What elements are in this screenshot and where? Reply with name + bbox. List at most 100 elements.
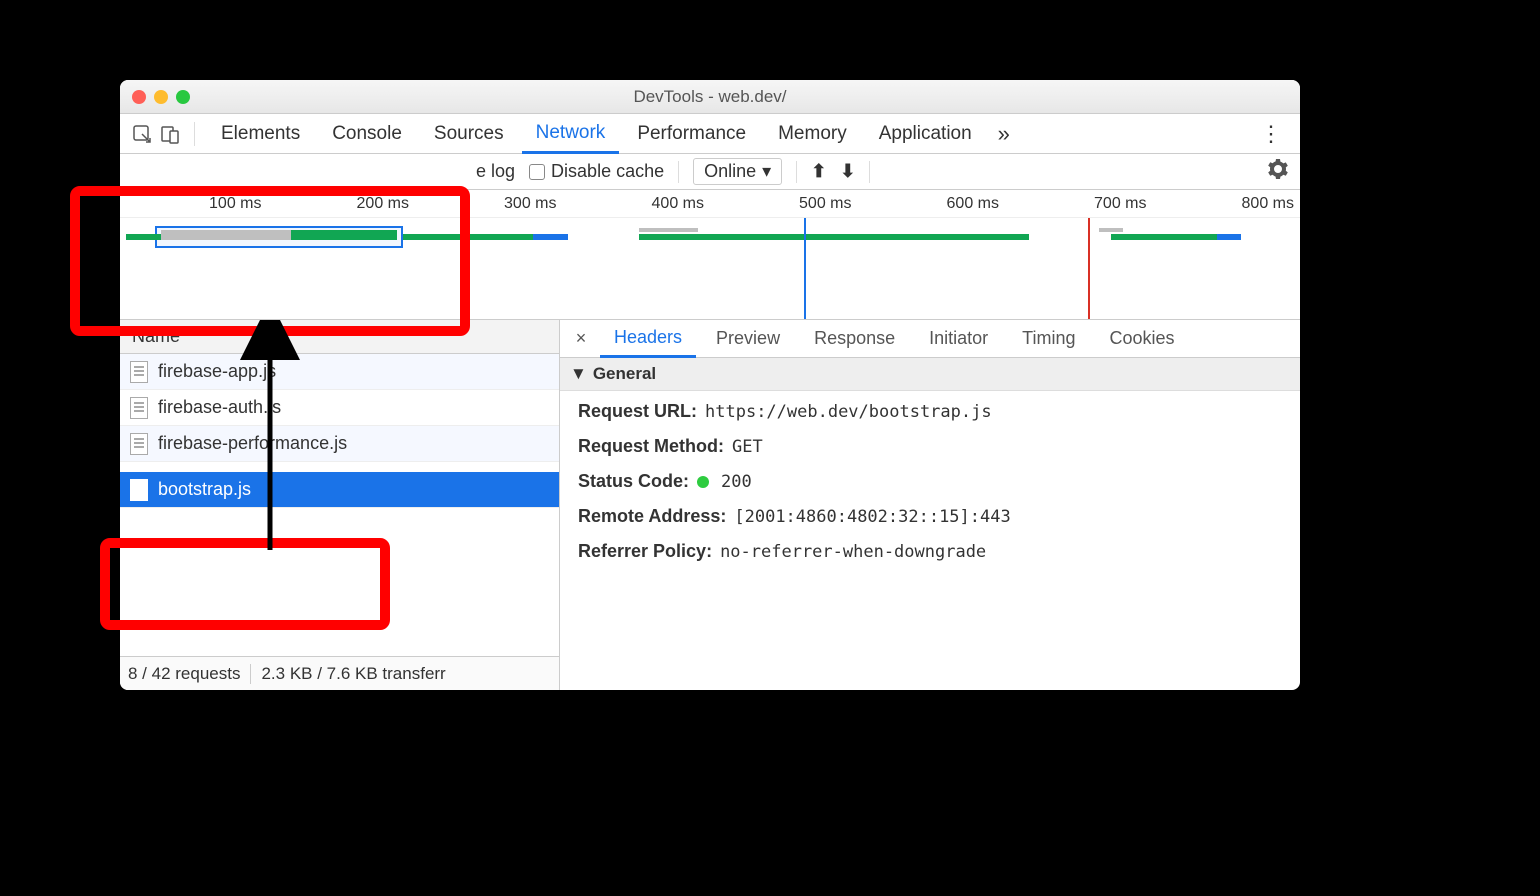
- devtools-window: DevTools - web.dev/ Elements Console Sou…: [120, 80, 1300, 690]
- detail-tab-cookies[interactable]: Cookies: [1096, 320, 1189, 357]
- label: Request URL:: [578, 401, 697, 422]
- request-list[interactable]: firebase-app.js firebase-auth.js firebas…: [120, 354, 559, 656]
- window-title: DevTools - web.dev/: [120, 87, 1300, 107]
- detail-tab-timing[interactable]: Timing: [1008, 320, 1089, 357]
- separator: [194, 122, 195, 146]
- file-icon: [130, 479, 148, 501]
- column-header-name[interactable]: Name: [120, 320, 559, 354]
- timeline-bar: [161, 230, 291, 240]
- request-row[interactable]: firebase-auth.js: [120, 390, 559, 426]
- label: Referrer Policy:: [578, 541, 712, 562]
- kv-status-code: Status Code: 200: [578, 471, 1282, 492]
- tab-console[interactable]: Console: [318, 114, 416, 153]
- detail-tabs: × Headers Preview Response Initiator Tim…: [560, 320, 1300, 358]
- tick-label: 100 ms: [209, 195, 261, 213]
- general-heading-label: General: [593, 364, 656, 384]
- tick-label: 700 ms: [1094, 195, 1146, 213]
- request-name: firebase-app.js: [158, 361, 276, 382]
- tick-label: 300 ms: [504, 195, 556, 213]
- chevron-down-icon: ▾: [762, 161, 771, 182]
- preserve-log-label: e log: [476, 161, 515, 182]
- status-dot-icon: [697, 476, 709, 488]
- titlebar: DevTools - web.dev/: [120, 80, 1300, 114]
- tab-elements[interactable]: Elements: [207, 114, 314, 153]
- detail-tab-preview[interactable]: Preview: [702, 320, 794, 357]
- detail-tab-initiator[interactable]: Initiator: [915, 320, 1002, 357]
- value: [2001:4860:4802:32::15]:443: [734, 507, 1010, 527]
- file-icon: [130, 361, 148, 383]
- tab-performance[interactable]: Performance: [623, 114, 760, 153]
- load-marker: [1088, 218, 1090, 320]
- request-detail-pane: × Headers Preview Response Initiator Tim…: [560, 320, 1300, 690]
- device-toggle-icon[interactable]: [158, 122, 182, 146]
- file-icon: [130, 397, 148, 419]
- tab-memory[interactable]: Memory: [764, 114, 861, 153]
- tick-label: 200 ms: [357, 195, 409, 213]
- value: 200: [721, 472, 752, 492]
- timeline-bar: [403, 234, 545, 240]
- request-list-pane: Name firebase-app.js firebase-auth.js fi…: [120, 320, 560, 690]
- split-view: Name firebase-app.js firebase-auth.js fi…: [120, 320, 1300, 690]
- request-name: bootstrap.js: [158, 479, 251, 500]
- network-toolbar: e log Disable cache Online ▾ ⬆ ⬇: [120, 154, 1300, 190]
- tick-label: 400 ms: [652, 195, 704, 213]
- timeline-bar: [126, 234, 161, 240]
- status-requests: 8 / 42 requests: [128, 664, 240, 684]
- tick-label: 600 ms: [947, 195, 999, 213]
- network-settings-button[interactable]: [1268, 159, 1288, 184]
- tick-label: 500 ms: [799, 195, 851, 213]
- throttling-value: Online: [704, 161, 756, 182]
- request-name: firebase-auth.js: [158, 397, 281, 418]
- separator: [796, 161, 797, 183]
- kv-remote-address: Remote Address: [2001:4860:4802:32::15]:…: [578, 506, 1282, 527]
- tick-label: 800 ms: [1242, 195, 1294, 213]
- disclosure-triangle-icon: ▼: [570, 364, 587, 384]
- domcontentloaded-marker: [804, 218, 806, 320]
- timeline-bar: [1111, 234, 1217, 240]
- settings-menu-button[interactable]: ⋮: [1252, 121, 1290, 147]
- upload-har-button[interactable]: ⬆: [811, 161, 826, 182]
- label: Remote Address:: [578, 506, 726, 527]
- tab-sources[interactable]: Sources: [420, 114, 518, 153]
- request-name: firebase-performance.js: [158, 433, 347, 454]
- request-row[interactable]: firebase-performance.js: [120, 426, 559, 462]
- general-section-body: Request URL: https://web.dev/bootstrap.j…: [560, 391, 1300, 572]
- kv-request-url: Request URL: https://web.dev/bootstrap.j…: [578, 401, 1282, 422]
- inspect-icon[interactable]: [130, 122, 154, 146]
- panel-tabs: Elements Console Sources Network Perform…: [120, 114, 1300, 154]
- value: no-referrer-when-downgrade: [720, 542, 986, 562]
- request-row[interactable]: firebase-app.js: [120, 354, 559, 390]
- kv-request-method: Request Method: GET: [578, 436, 1282, 457]
- status-transfer: 2.3 KB / 7.6 KB transferr: [261, 664, 445, 684]
- file-icon: [130, 433, 148, 455]
- timeline-bar: [1099, 228, 1123, 232]
- timeline-bar: [852, 234, 1029, 240]
- timeline-bar: [639, 228, 698, 232]
- status-bar: 8 / 42 requests 2.3 KB / 7.6 KB transfer…: [120, 656, 559, 690]
- general-section-header[interactable]: ▼ General: [560, 358, 1300, 391]
- timeline-ruler: 100 ms 200 ms 300 ms 400 ms 500 ms 600 m…: [120, 190, 1300, 218]
- separator: [250, 664, 251, 684]
- label: Request Method:: [578, 436, 724, 457]
- detail-tab-response[interactable]: Response: [800, 320, 909, 357]
- close-detail-button[interactable]: ×: [568, 328, 594, 349]
- throttling-select[interactable]: Online ▾: [693, 158, 782, 185]
- disable-cache-label: Disable cache: [551, 161, 664, 182]
- value: GET: [732, 437, 763, 457]
- timeline-body: [120, 218, 1300, 320]
- separator: [869, 161, 870, 183]
- kv-referrer-policy: Referrer Policy: no-referrer-when-downgr…: [578, 541, 1282, 562]
- tab-network[interactable]: Network: [522, 115, 620, 154]
- timeline-bar: [639, 234, 875, 240]
- timeline-bar: [1217, 234, 1241, 240]
- download-har-button[interactable]: ⬇: [840, 161, 855, 182]
- more-tabs-button[interactable]: »: [990, 121, 1018, 147]
- tab-application[interactable]: Application: [865, 114, 986, 153]
- timeline-bar: [291, 230, 397, 240]
- timeline-overview[interactable]: 100 ms 200 ms 300 ms 400 ms 500 ms 600 m…: [120, 190, 1300, 320]
- request-row-selected[interactable]: bootstrap.js: [120, 472, 559, 508]
- detail-tab-headers[interactable]: Headers: [600, 321, 696, 358]
- separator: [678, 161, 679, 183]
- disable-cache-checkbox[interactable]: Disable cache: [529, 161, 664, 182]
- timeline-bar: [533, 234, 568, 240]
